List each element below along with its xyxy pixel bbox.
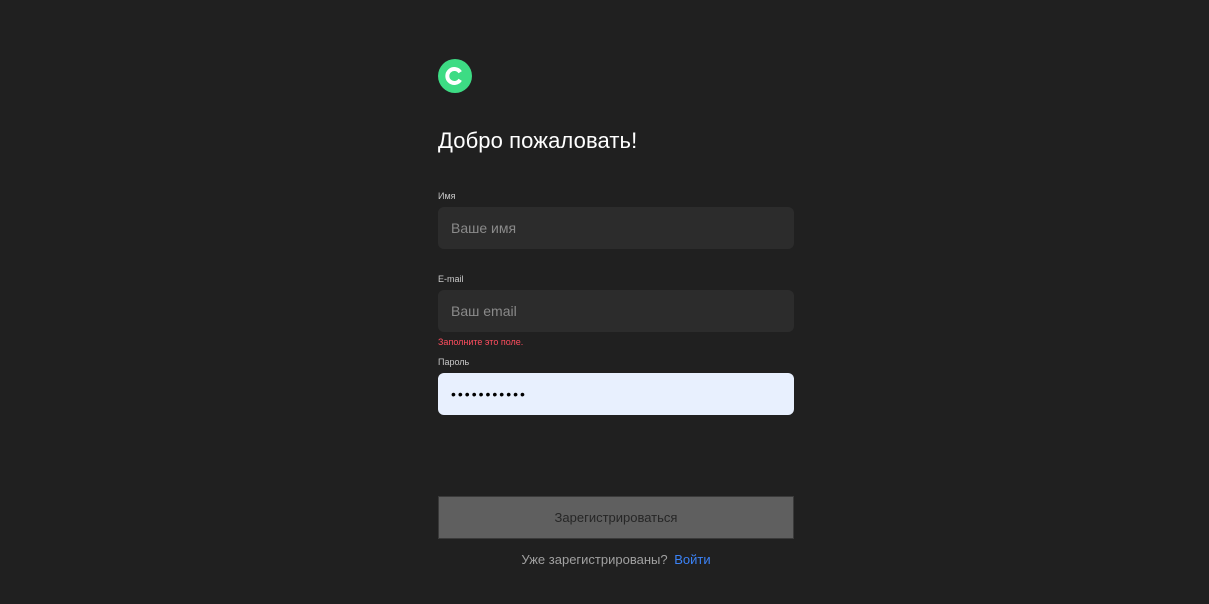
password-input[interactable]: ••••••••••• xyxy=(438,373,794,415)
login-prompt-text: Уже зарегистрированы? xyxy=(521,552,668,567)
name-label: Имя xyxy=(438,191,456,201)
name-input[interactable] xyxy=(438,207,794,249)
email-input[interactable] xyxy=(438,290,794,332)
c-logo-icon xyxy=(438,59,472,93)
password-label: Пароль xyxy=(438,357,470,367)
login-link[interactable]: Войти xyxy=(674,552,710,567)
email-error-message: Заполните это поле. xyxy=(438,337,524,347)
email-label: E-mail xyxy=(438,274,464,284)
login-prompt: Уже зарегистрированы? Войти xyxy=(438,552,794,567)
register-form: Добро пожаловать! Имя E-mail Заполните э… xyxy=(438,59,794,567)
page-title: Добро пожаловать! xyxy=(438,128,638,153)
register-button[interactable]: Зарегистрироваться xyxy=(438,496,794,539)
